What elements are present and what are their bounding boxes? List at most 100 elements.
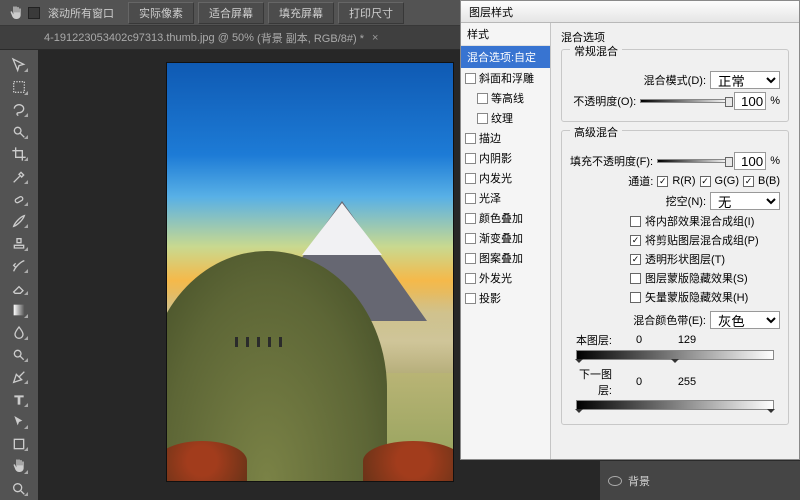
style-item[interactable]: 图案叠加 — [461, 248, 550, 268]
style-item[interactable]: 纹理 — [461, 108, 550, 128]
style-checkbox[interactable] — [465, 73, 476, 84]
style-item[interactable]: 斜面和浮雕 — [461, 68, 550, 88]
styles-header[interactable]: 样式 — [461, 23, 550, 46]
style-item[interactable]: 投影 — [461, 288, 550, 308]
gradient-tool[interactable] — [8, 301, 30, 319]
style-checkbox[interactable] — [465, 133, 476, 144]
style-item[interactable]: 光泽 — [461, 188, 550, 208]
channel-b-label: B(B) — [758, 175, 780, 187]
style-item[interactable]: 内阴影 — [461, 148, 550, 168]
adv-opt-label: 将内部效果混合成组(I) — [645, 213, 754, 229]
style-checkbox[interactable] — [465, 293, 476, 304]
fit-screen-button[interactable]: 适合屏幕 — [198, 2, 264, 24]
style-item-label: 内发光 — [479, 170, 512, 186]
style-item[interactable]: 描边 — [461, 128, 550, 148]
eraser-tool[interactable] — [8, 279, 30, 297]
this-layer-slider[interactable] — [576, 350, 774, 360]
document-canvas[interactable] — [166, 62, 454, 482]
knockout-select[interactable]: 无 — [710, 192, 780, 210]
style-item-label: 内阴影 — [479, 150, 512, 166]
adv-opt-checkbox[interactable] — [630, 216, 641, 227]
type-tool[interactable] — [8, 390, 30, 408]
blendif-select[interactable]: 灰色 — [710, 311, 780, 329]
blend-mode-select[interactable]: 正常 — [710, 71, 780, 89]
lasso-tool[interactable] — [8, 101, 30, 119]
blend-options-item[interactable]: 混合选项:自定 — [461, 46, 550, 68]
bush-graphic — [363, 441, 454, 481]
style-checkbox[interactable] — [465, 173, 476, 184]
style-checkbox[interactable] — [465, 153, 476, 164]
close-icon[interactable]: × — [372, 32, 378, 44]
blur-tool[interactable] — [8, 324, 30, 342]
under-layer-slider[interactable] — [576, 400, 774, 410]
channels-label: 通道: — [628, 173, 653, 189]
heal-tool[interactable] — [8, 190, 30, 208]
dialog-title[interactable]: 图层样式 — [461, 1, 799, 23]
style-item-label: 纹理 — [491, 110, 513, 126]
fill-opacity-slider[interactable] — [657, 159, 730, 163]
style-checkbox[interactable] — [465, 253, 476, 264]
style-item[interactable]: 等高线 — [461, 88, 550, 108]
advanced-blend-fieldset: 高级混合 填充不透明度(F): % 通道: R(R) G(G) B(B) 挖空(… — [561, 130, 789, 425]
brush-tool[interactable] — [8, 212, 30, 230]
tools-panel — [0, 50, 38, 500]
move-tool[interactable] — [8, 56, 30, 74]
options-column: 混合选项 常规混合 混合模式(D): 正常 不透明度(O): % 高级混合 填充… — [551, 23, 799, 459]
crop-tool[interactable] — [8, 145, 30, 163]
this-layer-label: 本图层: — [570, 332, 612, 348]
visibility-icon[interactable] — [608, 476, 622, 486]
pct-label: % — [770, 95, 780, 107]
fill-screen-button[interactable]: 填充屏幕 — [268, 2, 334, 24]
history-brush-tool[interactable] — [8, 257, 30, 275]
print-size-button[interactable]: 打印尺寸 — [338, 2, 404, 24]
stamp-tool[interactable] — [8, 234, 30, 252]
style-item[interactable]: 外发光 — [461, 268, 550, 288]
quick-select-tool[interactable] — [8, 123, 30, 141]
layer-bg-label[interactable]: 背景 — [628, 473, 650, 489]
style-checkbox[interactable] — [465, 273, 476, 284]
hand-tool[interactable] — [8, 457, 30, 475]
dodge-tool[interactable] — [8, 346, 30, 364]
channel-g-checkbox[interactable] — [700, 176, 711, 187]
adv-opt-label: 透明形状图层(T) — [645, 251, 725, 267]
this-layer-b: 129 — [666, 334, 708, 346]
style-checkbox[interactable] — [465, 193, 476, 204]
style-checkbox[interactable] — [465, 213, 476, 224]
style-checkbox[interactable] — [477, 113, 488, 124]
adv-opt-label: 图层蒙版隐藏效果(S) — [645, 270, 748, 286]
style-item[interactable]: 内发光 — [461, 168, 550, 188]
adv-opt-checkbox[interactable] — [630, 254, 641, 265]
style-item-label: 光泽 — [479, 190, 501, 206]
fill-opacity-input[interactable] — [734, 152, 766, 170]
scroll-all-checkbox[interactable] — [28, 7, 40, 19]
eyedropper-tool[interactable] — [8, 167, 30, 185]
adv-opt-checkbox[interactable] — [630, 273, 641, 284]
people-graphic — [235, 337, 282, 347]
this-layer-a: 0 — [618, 334, 660, 346]
marquee-tool[interactable] — [8, 78, 30, 96]
shape-tool[interactable] — [8, 435, 30, 453]
style-item-label: 等高线 — [491, 90, 524, 106]
path-select-tool[interactable] — [8, 413, 30, 431]
blendif-label: 混合颜色带(E): — [633, 312, 706, 328]
adv-opt-checkbox[interactable] — [630, 235, 641, 246]
style-item-label: 渐变叠加 — [479, 230, 523, 246]
blend-mode-label: 混合模式(D): — [644, 72, 706, 88]
channel-r-checkbox[interactable] — [657, 176, 668, 187]
tab-filename[interactable]: 4-191223053402c97313.thumb.jpg — [44, 32, 215, 44]
layer-style-dialog: 图层样式 样式 混合选项:自定 斜面和浮雕等高线纹理描边内阴影内发光光泽颜色叠加… — [460, 0, 800, 460]
style-item-label: 描边 — [479, 130, 501, 146]
zoom-tool[interactable] — [8, 480, 30, 498]
adv-opt-checkbox[interactable] — [630, 292, 641, 303]
under-layer-b: 255 — [666, 376, 708, 388]
pen-tool[interactable] — [8, 368, 30, 386]
style-item[interactable]: 渐变叠加 — [461, 228, 550, 248]
channel-b-checkbox[interactable] — [743, 176, 754, 187]
style-checkbox[interactable] — [465, 233, 476, 244]
general-legend: 常规混合 — [570, 43, 622, 59]
style-item[interactable]: 颜色叠加 — [461, 208, 550, 228]
style-checkbox[interactable] — [477, 93, 488, 104]
actual-pixels-button[interactable]: 实际像素 — [128, 2, 194, 24]
opacity-input[interactable] — [734, 92, 766, 110]
opacity-slider[interactable] — [640, 99, 730, 103]
